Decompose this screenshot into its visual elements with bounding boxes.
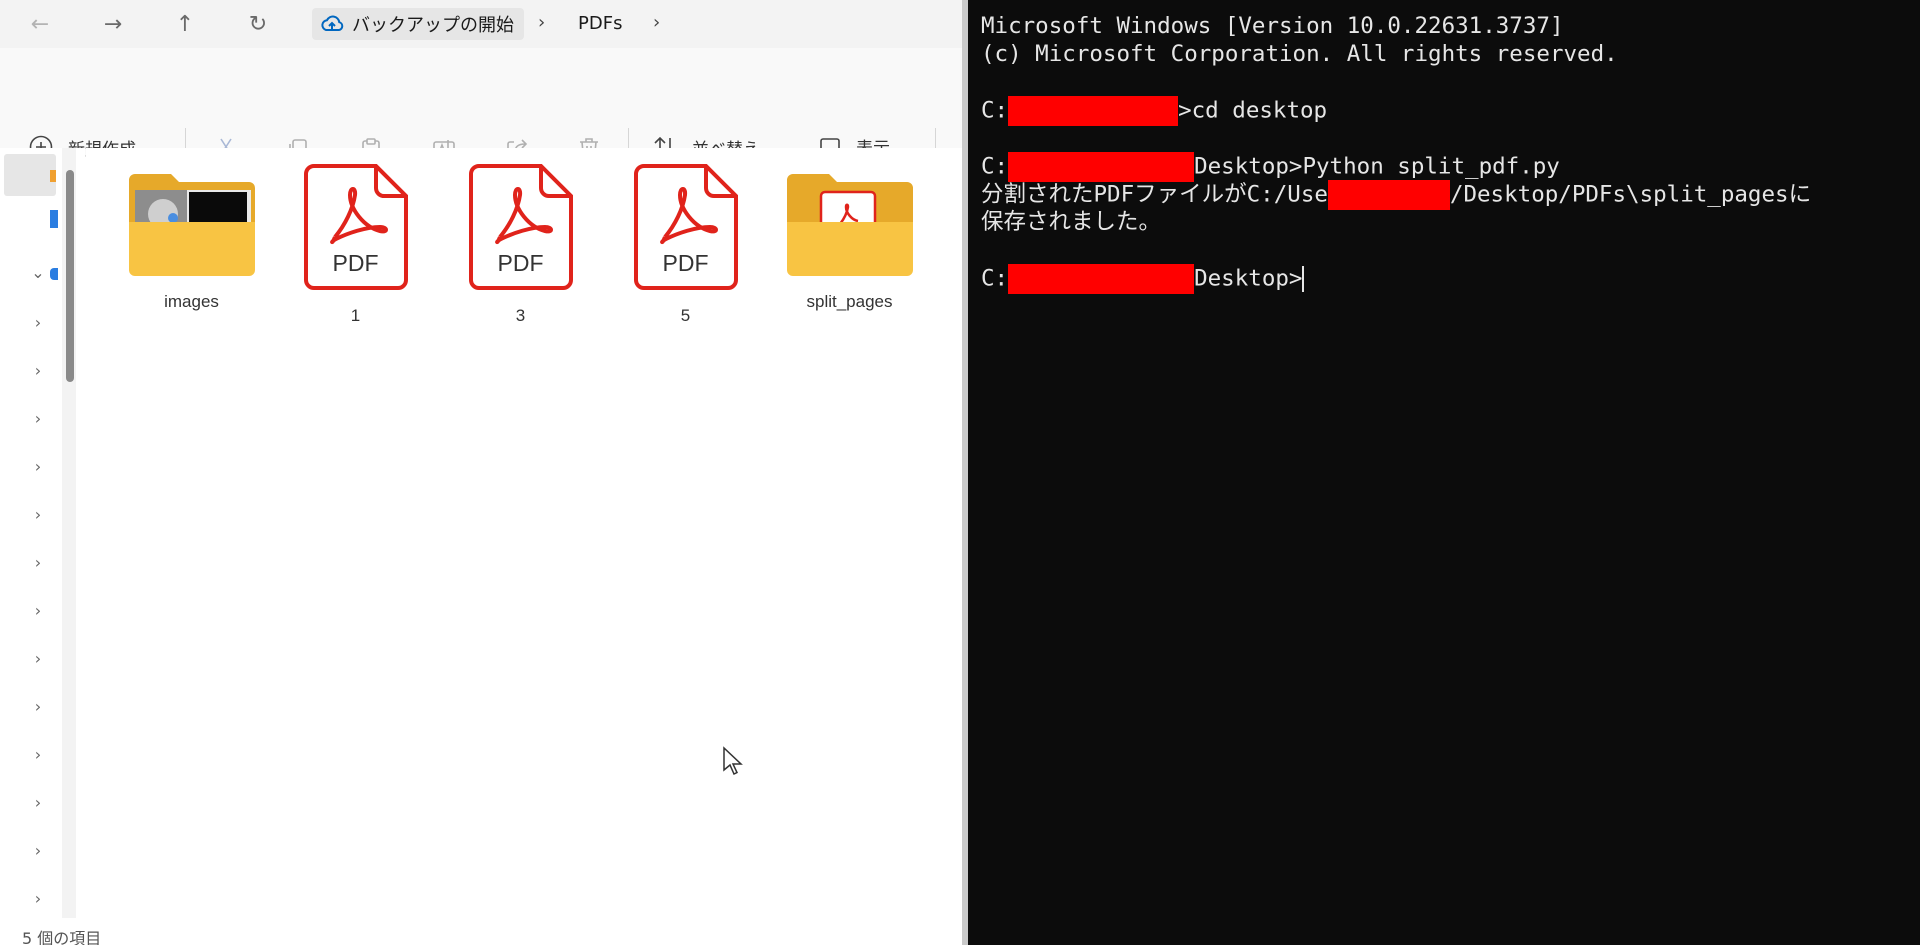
file-name: images <box>164 292 219 311</box>
chevron-right-icon[interactable]: › <box>28 456 48 476</box>
terminal-line: (c) Microsoft Corporation. All rights re… <box>981 41 1618 67</box>
chevron-right-icon: › <box>538 12 546 33</box>
command-text: >cd desktop <box>1178 97 1328 124</box>
back-button[interactable]: ← <box>22 8 58 40</box>
terminal-line: C: >cd desktop <box>981 96 1327 126</box>
up-arrow-icon: ↑ <box>175 11 195 37</box>
chevron-right-icon[interactable]: › <box>28 888 48 908</box>
output-text: 分割されたPDFファイルがC:/Use <box>981 181 1328 208</box>
chevron-right-icon[interactable]: › <box>28 552 48 572</box>
prompt-drive: C: <box>981 265 1009 292</box>
file-name: split_pages <box>806 292 893 311</box>
terminal-window[interactable]: Microsoft Windows [Version 10.0.22631.37… <box>968 0 1920 945</box>
file-item-images[interactable]: images <box>119 170 264 312</box>
redaction-box <box>1008 264 1195 294</box>
file-item-pdf-1[interactable]: PDF 1 <box>283 162 428 326</box>
breadcrumb-pdfs[interactable]: PDFs <box>578 13 622 34</box>
command-text: Desktop>Python split_pdf.py <box>1194 153 1560 180</box>
forward-button[interactable]: → <box>95 8 131 40</box>
chevron-right-icon[interactable]: › <box>28 744 48 764</box>
file-list: images PDF 1 PDF 3 PDF 5 split_pages <box>86 148 967 923</box>
nav-selected-item[interactable] <box>4 154 56 196</box>
chevron-right-icon[interactable]: › <box>653 12 660 33</box>
pdf-badge: PDF <box>332 250 379 276</box>
folder-images-icon <box>128 174 255 276</box>
chevron-down-icon[interactable]: ⌄ <box>28 262 48 282</box>
chevron-right-icon[interactable]: › <box>28 840 48 860</box>
nav-scrollbar-thumb[interactable] <box>66 170 74 382</box>
mouse-cursor-icon <box>723 746 743 776</box>
terminal-line: C: Desktop> <box>981 264 1305 294</box>
refresh-icon: ↻ <box>248 11 268 37</box>
forward-arrow-icon: → <box>103 11 123 37</box>
refresh-button[interactable]: ↻ <box>240 8 276 40</box>
terminal-line: C: Desktop>Python split_pdf.py <box>981 152 1560 182</box>
redaction-box <box>1008 96 1179 126</box>
chevron-right-icon[interactable]: › <box>28 408 48 428</box>
folder-pdf-icon <box>786 174 913 276</box>
chevron-right-icon[interactable]: › <box>28 600 48 620</box>
breadcrumb-label: バックアップの開始 <box>352 15 514 36</box>
folder-icon <box>50 170 56 182</box>
chevron-right-icon[interactable]: › <box>28 648 48 668</box>
text-cursor <box>1302 266 1305 292</box>
back-arrow-icon: ← <box>30 11 50 37</box>
output-text: /Desktop/PDFs\split_pagesに <box>1449 181 1812 208</box>
nav-item-icon <box>50 210 58 228</box>
file-name: 1 <box>350 306 361 325</box>
file-name: 3 <box>515 306 526 325</box>
nav-item-icon <box>50 268 58 280</box>
prompt-drive: C: <box>981 153 1009 180</box>
chevron-right-icon[interactable]: › <box>28 696 48 716</box>
chevron-right-icon[interactable]: › <box>28 360 48 380</box>
redaction-box <box>1008 152 1195 182</box>
command-bar: 新規作成 ⌄ <box>0 48 967 172</box>
up-button[interactable]: ↑ <box>167 8 203 40</box>
file-explorer-window: ← → ↑ ↻ バックアップの開始 › PDFs › 新規作成 <box>0 0 967 945</box>
status-bar: 5 個の項目 <box>0 923 967 945</box>
pdf-badge: PDF <box>662 250 709 276</box>
redaction-box <box>1327 180 1450 210</box>
terminal-line: 分割されたPDFファイルがC:/Use/Desktop/PDFs\split_p… <box>981 180 1811 210</box>
terminal-line: Microsoft Windows [Version 10.0.22631.37… <box>981 13 1564 39</box>
file-item-split-pages[interactable]: split_pages <box>777 170 922 312</box>
cloud-backup-icon <box>321 15 344 31</box>
prompt-text: Desktop> <box>1194 265 1303 292</box>
file-item-pdf-3[interactable]: PDF 3 <box>448 162 593 326</box>
pdf-badge: PDF <box>497 250 544 276</box>
terminal-line: 保存されました。 <box>981 209 1162 235</box>
file-item-pdf-5[interactable]: PDF 5 <box>613 162 758 326</box>
breadcrumb-backup[interactable]: バックアップの開始 <box>312 8 524 40</box>
prompt-drive: C: <box>981 97 1009 124</box>
address-bar: ← → ↑ ↻ バックアップの開始 › PDFs › <box>0 0 967 48</box>
file-name: 5 <box>680 306 691 325</box>
chevron-right-icon[interactable]: › <box>28 792 48 812</box>
item-count: 5 個の項目 <box>22 929 102 945</box>
chevron-right-icon[interactable]: › <box>28 312 48 332</box>
chevron-right-icon[interactable]: › <box>28 504 48 524</box>
